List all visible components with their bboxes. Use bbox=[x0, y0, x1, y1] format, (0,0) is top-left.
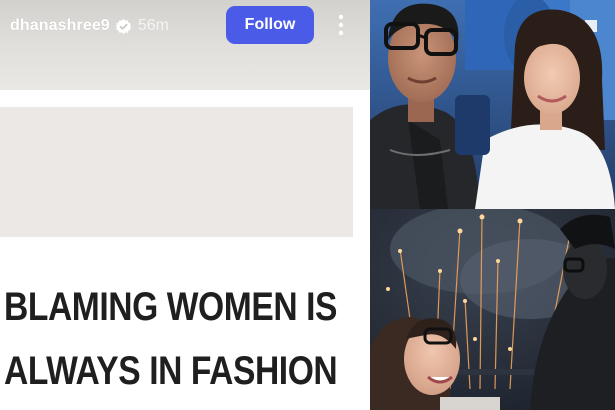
instagram-story: dhanashree9 56m Follow BLAMING WOMEN IS … bbox=[0, 0, 370, 410]
story-headline: BLAMING WOMEN IS ALWAYS IN FASHION bbox=[4, 275, 338, 403]
headline-line-2: ALWAYS IN FASHION bbox=[4, 349, 338, 393]
headline-line-1: BLAMING WOMEN IS bbox=[4, 285, 337, 329]
more-options-icon[interactable] bbox=[333, 13, 349, 37]
story-header bbox=[0, 0, 370, 90]
username[interactable]: dhanashree9 bbox=[10, 17, 110, 35]
stadium-photo bbox=[370, 0, 615, 209]
follow-button[interactable]: Follow bbox=[226, 6, 314, 44]
post-timestamp: 56m bbox=[137, 17, 169, 34]
image-placeholder bbox=[0, 107, 353, 237]
fireworks-photo bbox=[370, 209, 615, 410]
verified-badge-icon bbox=[115, 18, 131, 34]
story-user-row[interactable]: dhanashree9 56m bbox=[10, 15, 169, 37]
